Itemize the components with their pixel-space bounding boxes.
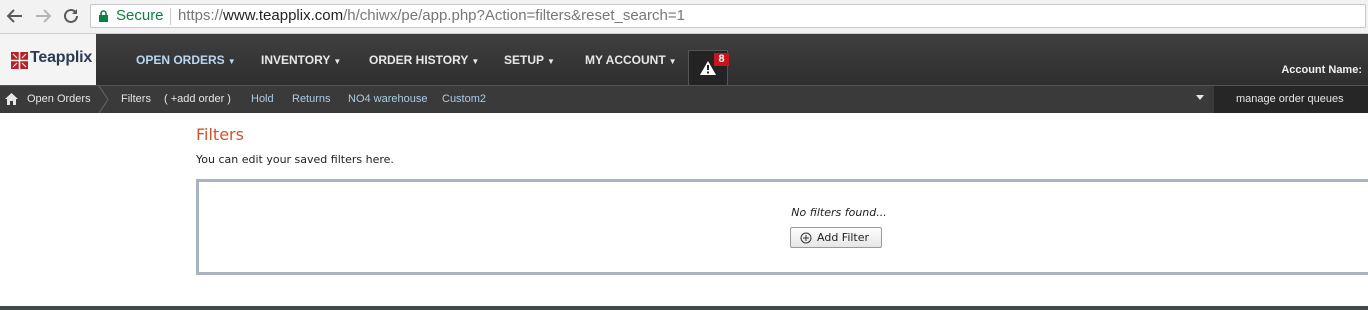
menu-my-account[interactable]: MY ACCOUNT ▼	[585, 53, 677, 67]
footer-strip	[0, 306, 1368, 310]
back-button[interactable]	[4, 5, 26, 27]
browser-toolbar: Secure https://www.teapplix.com/h/chiwx/…	[0, 0, 1368, 34]
empty-message: No filters found...	[791, 206, 887, 219]
menu-setup[interactable]: SETUP ▼	[504, 53, 555, 67]
plus-circle-icon	[800, 232, 812, 244]
subnav-add-order[interactable]: ( +add order )	[164, 93, 231, 105]
alerts-button[interactable]: 8	[688, 50, 729, 85]
menu-label: SETUP	[504, 53, 545, 67]
caret-down-icon: ▼	[668, 57, 677, 66]
lock-icon	[99, 10, 108, 22]
menu-open-orders[interactable]: OPEN ORDERS ▼	[136, 53, 236, 67]
filters-panel-inner: No filters found... Add Filter	[199, 182, 1368, 272]
caret-down-icon: ▼	[333, 57, 342, 66]
logo[interactable]: Teapplix	[0, 34, 108, 85]
subnav-returns[interactable]: Returns	[292, 93, 331, 105]
app-header: Teapplix OPEN ORDERS ▼ INVENTORY ▼ ORDER H…	[0, 34, 1368, 85]
address-bar[interactable]: Secure https://www.teapplix.com/h/chiwx/…	[90, 4, 1366, 28]
manage-order-queues-button[interactable]: manage order queues	[1214, 86, 1368, 113]
url-text: https://www.teapplix.com/h/chiwx/pe/app.…	[178, 7, 685, 24]
reload-icon	[64, 8, 78, 23]
home-icon[interactable]	[5, 93, 18, 105]
manage-queues-label: manage order queues	[1236, 93, 1344, 105]
address-divider	[170, 8, 171, 25]
caret-down-icon: ▼	[547, 57, 555, 66]
caret-down-icon: ▼	[471, 57, 480, 66]
breadcrumb-chevron-icon	[98, 86, 109, 113]
page-description: You can edit your saved filters here.	[196, 153, 394, 166]
back-arrow-icon	[6, 9, 22, 23]
forward-arrow-icon	[36, 9, 52, 23]
add-filter-button[interactable]: Add Filter	[790, 227, 882, 248]
add-filter-label: Add Filter	[817, 231, 870, 244]
account-name-label: Account Name:	[1281, 64, 1362, 76]
url-domain: www.teapplix.com	[223, 7, 344, 24]
menu-order-history[interactable]: ORDER HISTORY ▼	[369, 53, 479, 67]
subnav-hold[interactable]: Hold	[251, 93, 274, 105]
filters-panel: No filters found... Add Filter	[196, 179, 1368, 275]
sub-navigation: Open Orders Filters ( +add order ) Hold …	[0, 85, 1368, 113]
page-title: Filters	[196, 125, 244, 144]
dropdown-arrow-icon[interactable]	[1196, 95, 1204, 101]
subnav-filters[interactable]: Filters	[121, 93, 151, 105]
caret-down-icon: ▼	[227, 57, 236, 66]
reload-button[interactable]	[60, 5, 82, 27]
menu-label: INVENTORY	[261, 53, 331, 67]
url-path: /h/chiwx/pe/app.php?Action=filters&reset…	[343, 7, 685, 24]
menu-label: MY ACCOUNT	[585, 53, 666, 67]
forward-button[interactable]	[32, 5, 54, 27]
breadcrumb-open-orders[interactable]: Open Orders	[27, 93, 91, 105]
secure-label: Secure	[116, 7, 164, 24]
subnav-no4-warehouse[interactable]: NO4 warehouse	[348, 93, 428, 105]
subnav-custom2[interactable]: Custom2	[442, 93, 486, 105]
url-scheme: https://	[178, 7, 224, 24]
logo-text: Teapplix	[30, 49, 93, 66]
menu-inventory[interactable]: INVENTORY ▼	[261, 53, 341, 67]
teapplix-logo-icon	[11, 52, 28, 69]
menu-label: OPEN ORDERS	[136, 53, 225, 67]
menu-label: ORDER HISTORY	[369, 53, 469, 67]
alert-count-badge: 8	[714, 53, 729, 66]
